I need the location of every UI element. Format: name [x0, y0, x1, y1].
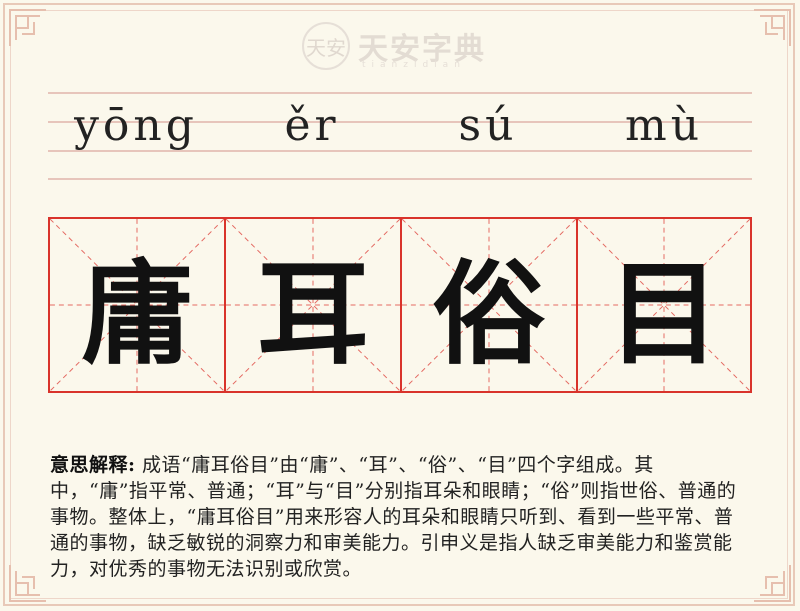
meaning-paragraph: 意思解释: 成语“庸耳俗目”由“庸”、“耳”、“俗”、“目”四个字组成。其中，“…	[50, 452, 750, 582]
corner-ornament-bottom-right	[750, 561, 794, 605]
idiom-character: 耳	[257, 249, 369, 380]
pinyin-syllable: yōng	[74, 100, 198, 151]
idiom-character: 庸	[81, 249, 193, 380]
idiom-character: 目	[608, 249, 720, 380]
pinyin-syllable: sú	[458, 100, 518, 151]
pinyin-syllable: mù	[624, 100, 704, 151]
pinyin-area: yōng ěr sú mù	[48, 92, 752, 180]
character-cell: 俗	[400, 217, 576, 393]
meaning-label: 意思解释:	[50, 454, 136, 476]
site-logo-watermark: 天安 天安字典 tianzidian	[302, 20, 502, 76]
logo-seal-icon: 天安	[302, 22, 350, 70]
corner-ornament-bottom-left	[6, 561, 50, 605]
character-grid: 庸 耳 俗 目	[48, 217, 752, 393]
logo-subtitle: tianzidian	[362, 60, 466, 70]
corner-ornament-top-right	[750, 6, 794, 50]
character-cell: 目	[576, 217, 752, 393]
meaning-text: 成语“庸耳俗目”由“庸”、“耳”、“俗”、“目”四个字组成。其中，“庸”指平常、…	[50, 454, 737, 580]
pinyin-syllable: ěr	[284, 100, 340, 151]
character-cell: 耳	[224, 217, 400, 393]
character-cell: 庸	[48, 217, 224, 393]
idiom-character: 俗	[433, 249, 545, 380]
corner-ornament-top-left	[6, 6, 50, 50]
